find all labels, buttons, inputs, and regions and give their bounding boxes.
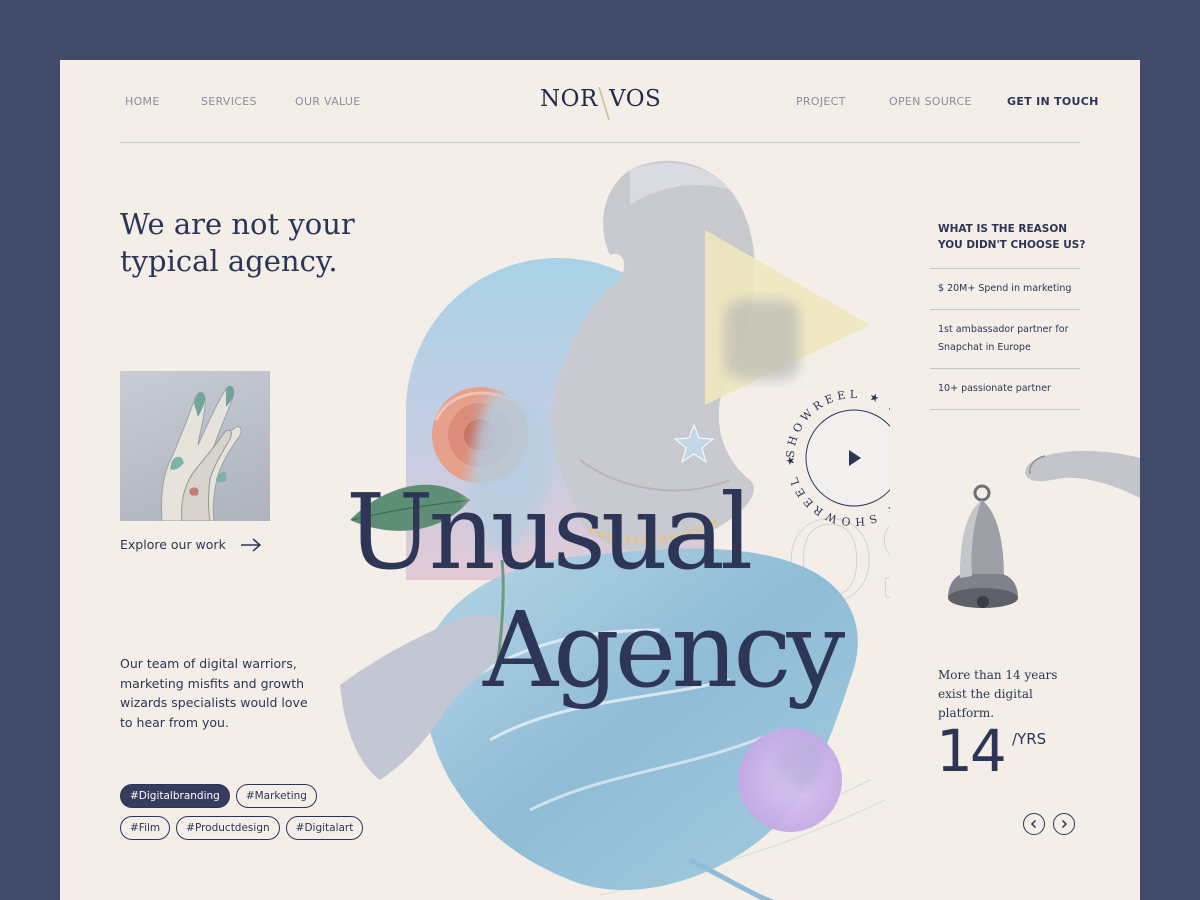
nav-get-in-touch[interactable]: GET IN TOUCH xyxy=(1007,95,1099,108)
bell-illustration xyxy=(948,450,1140,608)
nav-project[interactable]: PROJECT xyxy=(796,95,846,108)
years-number: 14 xyxy=(936,717,1007,785)
reason-item: 10+ passionate partner xyxy=(930,368,1080,410)
nav-home[interactable]: HOME xyxy=(125,95,160,108)
nav-our-value[interactable]: OUR VALUE xyxy=(295,95,360,108)
years-description: More than 14 years exist the digital pla… xyxy=(938,668,1058,720)
hands-thumbnail[interactable] xyxy=(120,371,270,521)
reasons-title: WHAT IS THE REASON YOU DIDN'T CHOOSE US? xyxy=(938,223,1086,251)
tag-marketing[interactable]: #Marketing xyxy=(235,784,317,808)
reason-item: 1st ambassador partner for Snapchat in E… xyxy=(930,309,1080,368)
agency-description: Our team of digital warriors, marketing … xyxy=(120,656,308,730)
prev-button[interactable] xyxy=(1023,813,1045,835)
chevron-right-icon xyxy=(1061,819,1068,829)
big-title-unusual: Unusual xyxy=(346,471,753,593)
explore-label: Explore our work xyxy=(120,537,226,552)
hero-headline: We are not your typical agency. xyxy=(120,207,355,278)
chevron-left-icon xyxy=(1030,819,1037,829)
tag-film[interactable]: #Film xyxy=(120,816,171,840)
years-unit: /YRS xyxy=(1012,730,1047,748)
tag-productdesign[interactable]: #Productdesign xyxy=(176,816,280,840)
reason-item: $ 20M+ Spend in marketing xyxy=(930,268,1080,309)
top-nav: HOME SERVICES OUR VALUE NOR VOS PROJECT … xyxy=(60,60,1140,144)
nav-divider xyxy=(120,142,1080,143)
logo-text-left: NOR xyxy=(540,86,598,112)
page-frame: HOME SERVICES OUR VALUE NOR VOS PROJECT … xyxy=(60,60,1140,900)
tag-digitalbranding[interactable]: #Digitalbranding xyxy=(120,784,230,808)
nav-services[interactable]: SERVICES xyxy=(201,95,257,108)
explore-link[interactable]: Explore our work xyxy=(120,537,262,552)
hands-illustration xyxy=(161,385,242,521)
reasons-list: $ 20M+ Spend in marketing 1st ambassador… xyxy=(930,268,1080,410)
logo-text-right: VOS xyxy=(609,86,662,112)
arrow-right-icon xyxy=(240,537,261,552)
big-title-agency: Agency xyxy=(483,589,845,711)
next-button[interactable] xyxy=(1053,813,1075,835)
nav-open-source[interactable]: OPEN SOURCE xyxy=(889,95,972,108)
pager xyxy=(1023,813,1075,835)
